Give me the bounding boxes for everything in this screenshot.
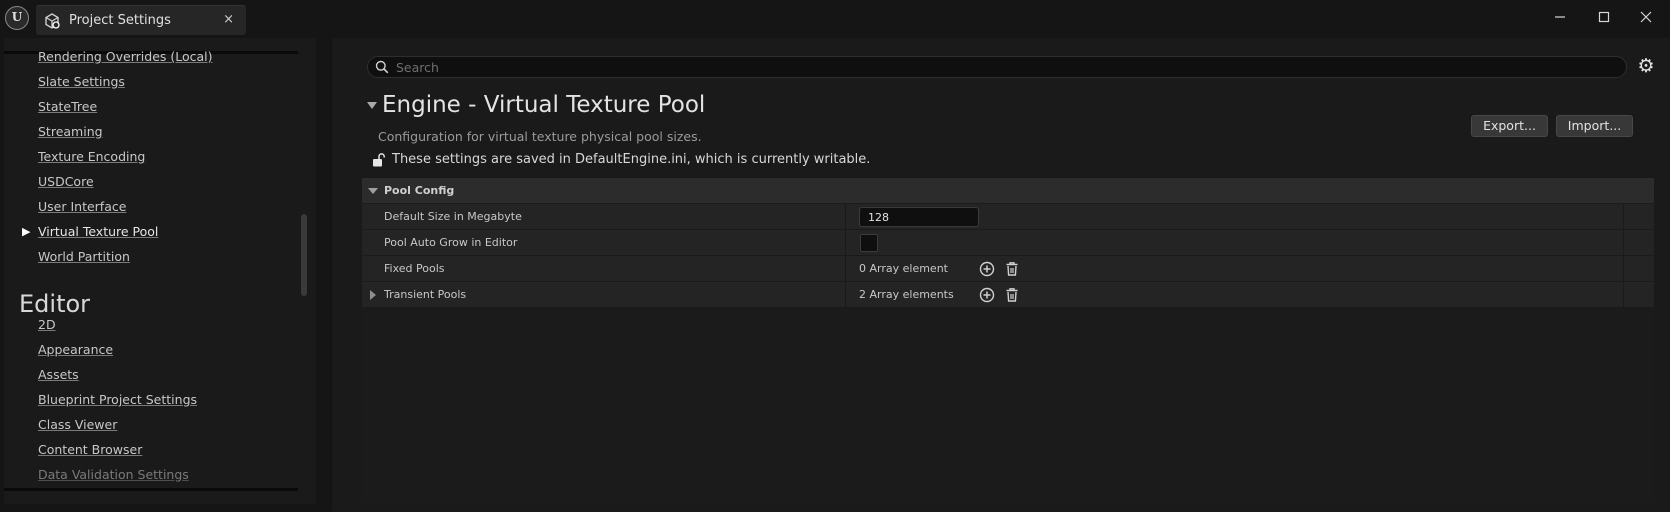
sidebar-item-user-interface[interactable]: User Interface [38,199,126,214]
column-divider [1623,282,1624,308]
config-writable-message: These settings are saved in DefaultEngin… [392,152,871,167]
column-divider [1623,204,1624,230]
sidebar-item-texture-encoding[interactable]: Texture Encoding [38,149,145,164]
selected-arrow-icon: ▶ [22,225,31,238]
sidebar-item-streaming[interactable]: Streaming [38,124,103,139]
sidebar-item-assets[interactable]: Assets [38,367,79,382]
sidebar-item-2d[interactable]: 2D [38,317,56,332]
sidebar-section-editor: Editor [19,290,91,318]
property-label: Default Size in Megabyte [384,210,522,223]
search-icon [375,60,389,74]
details-panel: Pool Config Default Size in Megabyte Poo… [362,178,1654,502]
gear-icon[interactable]: ⚙ [1635,55,1657,77]
sidebar-item-appearance[interactable]: Appearance [38,342,113,357]
sidebar-item-slate-settings[interactable]: Slate Settings [38,74,125,89]
settings-sidebar: Rendering Overrides (Local) Slate Settin… [4,38,316,504]
close-window-button[interactable] [1633,6,1659,28]
auto-grow-checkbox[interactable] [860,234,878,252]
title-bar: U Project Settings × [0,0,1670,38]
maximize-icon [1598,11,1610,23]
column-splitter[interactable] [845,204,846,230]
sidebar-item-statetree[interactable]: StateTree [38,99,97,114]
page-title: Engine - Virtual Texture Pool [382,92,706,118]
array-count: 0 Array element [859,262,948,275]
unreal-logo-icon[interactable]: U [5,6,29,30]
property-label: Fixed Pools [384,262,445,275]
sidebar-item-data-validation[interactable]: Data Validation Settings [38,467,189,482]
expand-arrow-icon[interactable] [370,290,376,300]
page-description: Configuration for virtual texture physic… [378,129,702,144]
sidebar-bottom-shadow [4,488,298,491]
category-label: Pool Config [384,184,455,197]
sidebar-scrollbar[interactable] [301,214,307,296]
unlocked-icon [373,153,385,167]
search-box[interactable] [367,56,1627,78]
sidebar-item-rendering-overrides[interactable]: Rendering Overrides (Local) [38,49,213,64]
add-element-icon[interactable] [978,260,996,278]
trash-icon[interactable] [1003,260,1021,278]
settings-main-pane: ⚙ Engine - Virtual Texture Pool Configur… [332,38,1670,512]
close-icon [1640,11,1652,23]
sidebar-item-class-viewer[interactable]: Class Viewer [38,417,117,432]
export-button[interactable]: Export... [1471,115,1548,137]
property-label: Transient Pools [384,288,467,301]
property-row-transient-pools[interactable]: Transient Pools 2 Array elements [362,282,1654,308]
tab-title: Project Settings [69,13,171,28]
column-splitter[interactable] [845,230,846,256]
column-divider [1623,256,1624,282]
trash-icon[interactable] [1003,286,1021,304]
property-row-fixed-pools: Fixed Pools 0 Array element [362,256,1654,282]
close-tab-icon[interactable]: × [223,12,234,27]
sidebar-item-usdcore[interactable]: USDCore [38,174,94,189]
category-pool-config[interactable]: Pool Config [362,178,1654,204]
category-collapse-icon [368,188,378,194]
default-size-input[interactable] [859,207,979,227]
property-row-auto-grow: Pool Auto Grow in Editor [362,230,1654,256]
maximize-button[interactable] [1591,6,1617,28]
property-label: Pool Auto Grow in Editor [384,236,518,249]
column-splitter[interactable] [845,282,846,308]
array-count: 2 Array elements [859,288,954,301]
property-row-default-size: Default Size in Megabyte [362,204,1654,230]
minimize-icon [1555,16,1565,18]
tab-project-settings[interactable]: Project Settings × [36,5,246,35]
add-element-icon[interactable] [978,286,996,304]
import-button[interactable]: Import... [1556,115,1633,137]
sidebar-item-content-browser[interactable]: Content Browser [38,442,142,457]
sidebar-item-world-partition[interactable]: World Partition [38,249,130,264]
column-divider [1623,230,1624,256]
sidebar-item-virtual-texture-pool[interactable]: Virtual Texture Pool [38,224,158,239]
minimize-button[interactable] [1547,6,1573,28]
search-input[interactable] [396,58,1596,76]
sidebar-item-blueprint-project-settings[interactable]: Blueprint Project Settings [38,392,197,407]
settings-cube-icon [45,13,60,29]
column-splitter[interactable] [845,256,846,282]
collapse-arrow-icon[interactable] [367,102,377,109]
